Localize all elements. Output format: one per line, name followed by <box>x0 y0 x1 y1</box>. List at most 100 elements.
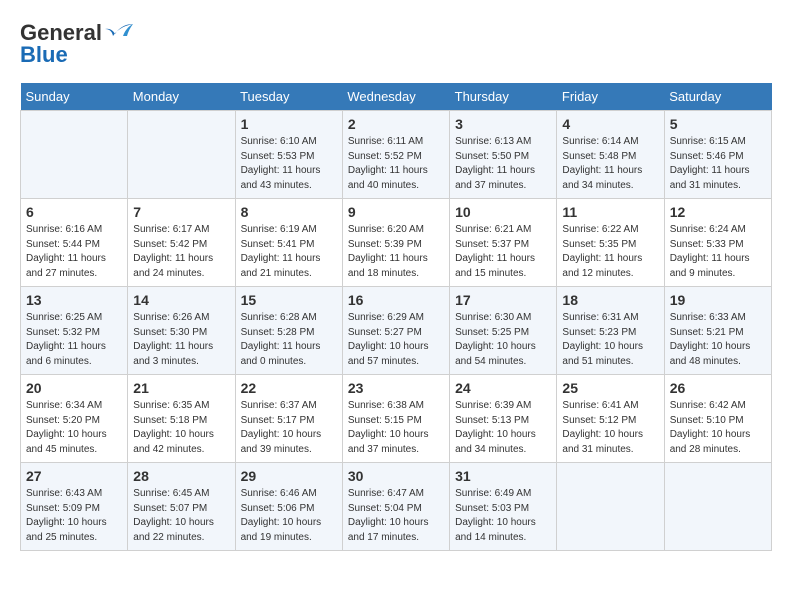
calendar-cell: 18 Sunrise: 6:31 AM Sunset: 5:23 PM Dayli… <box>557 287 664 375</box>
day-info: Sunrise: 6:14 AM Sunset: 5:48 PM Dayligh… <box>562 135 658 193</box>
calendar-cell: 1 Sunrise: 6:10 AM Sunset: 5:53 PM Daylig… <box>235 111 342 199</box>
calendar-week-row: 13 Sunrise: 6:25 AM Sunset: 5:32 PM Dayli… <box>21 287 772 375</box>
calendar-cell: 23 Sunrise: 6:38 AM Sunset: 5:15 PM Dayli… <box>342 375 449 463</box>
logo: General Blue <box>20 20 137 68</box>
day-number: 24 <box>455 380 551 396</box>
calendar-cell: 25 Sunrise: 6:41 AM Sunset: 5:12 PM Dayli… <box>557 375 664 463</box>
day-number: 26 <box>670 380 766 396</box>
day-info: Sunrise: 6:24 AM Sunset: 5:33 PM Dayligh… <box>670 223 766 281</box>
day-number: 3 <box>455 116 551 132</box>
day-info: Sunrise: 6:39 AM Sunset: 5:13 PM Dayligh… <box>455 399 551 457</box>
day-info: Sunrise: 6:22 AM Sunset: 5:35 PM Dayligh… <box>562 223 658 281</box>
day-info: Sunrise: 6:25 AM Sunset: 5:32 PM Dayligh… <box>26 311 122 369</box>
calendar-cell: 12 Sunrise: 6:24 AM Sunset: 5:33 PM Dayli… <box>664 199 771 287</box>
day-number: 16 <box>348 292 444 308</box>
calendar-cell: 19 Sunrise: 6:33 AM Sunset: 5:21 PM Dayli… <box>664 287 771 375</box>
logo-blue: Blue <box>20 42 68 68</box>
day-info: Sunrise: 6:11 AM Sunset: 5:52 PM Dayligh… <box>348 135 444 193</box>
day-number: 17 <box>455 292 551 308</box>
day-of-week-header: Wednesday <box>342 83 449 111</box>
calendar-cell: 15 Sunrise: 6:28 AM Sunset: 5:28 PM Dayli… <box>235 287 342 375</box>
day-number: 8 <box>241 204 337 220</box>
day-info: Sunrise: 6:20 AM Sunset: 5:39 PM Dayligh… <box>348 223 444 281</box>
calendar-week-row: 6 Sunrise: 6:16 AM Sunset: 5:44 PM Daylig… <box>21 199 772 287</box>
day-info: Sunrise: 6:49 AM Sunset: 5:03 PM Dayligh… <box>455 487 551 545</box>
day-number: 28 <box>133 468 229 484</box>
calendar-cell: 17 Sunrise: 6:30 AM Sunset: 5:25 PM Dayli… <box>450 287 557 375</box>
day-info: Sunrise: 6:15 AM Sunset: 5:46 PM Dayligh… <box>670 135 766 193</box>
day-number: 29 <box>241 468 337 484</box>
day-info: Sunrise: 6:10 AM Sunset: 5:53 PM Dayligh… <box>241 135 337 193</box>
day-number: 30 <box>348 468 444 484</box>
calendar-cell: 27Sunrise: 6:43 AM Sunset: 5:09 PM Dayli… <box>21 463 128 551</box>
day-number: 22 <box>241 380 337 396</box>
calendar-cell: 3 Sunrise: 6:13 AM Sunset: 5:50 PM Daylig… <box>450 111 557 199</box>
calendar-week-row: 20Sunrise: 6:34 AM Sunset: 5:20 PM Dayli… <box>21 375 772 463</box>
calendar-cell <box>557 463 664 551</box>
day-info: Sunrise: 6:41 AM Sunset: 5:12 PM Dayligh… <box>562 399 658 457</box>
day-info: Sunrise: 6:47 AM Sunset: 5:04 PM Dayligh… <box>348 487 444 545</box>
calendar-cell: 21Sunrise: 6:35 AM Sunset: 5:18 PM Dayli… <box>128 375 235 463</box>
day-info: Sunrise: 6:46 AM Sunset: 5:06 PM Dayligh… <box>241 487 337 545</box>
calendar-cell: 30 Sunrise: 6:47 AM Sunset: 5:04 PM Dayli… <box>342 463 449 551</box>
day-info: Sunrise: 6:38 AM Sunset: 5:15 PM Dayligh… <box>348 399 444 457</box>
calendar-cell: 10Sunrise: 6:21 AM Sunset: 5:37 PM Dayli… <box>450 199 557 287</box>
calendar-cell: 6 Sunrise: 6:16 AM Sunset: 5:44 PM Daylig… <box>21 199 128 287</box>
calendar-cell <box>128 111 235 199</box>
day-number: 15 <box>241 292 337 308</box>
day-info: Sunrise: 6:29 AM Sunset: 5:27 PM Dayligh… <box>348 311 444 369</box>
day-info: Sunrise: 6:19 AM Sunset: 5:41 PM Dayligh… <box>241 223 337 281</box>
calendar-week-row: 1 Sunrise: 6:10 AM Sunset: 5:53 PM Daylig… <box>21 111 772 199</box>
day-number: 23 <box>348 380 444 396</box>
day-info: Sunrise: 6:33 AM Sunset: 5:21 PM Dayligh… <box>670 311 766 369</box>
day-of-week-header: Friday <box>557 83 664 111</box>
day-number: 13 <box>26 292 122 308</box>
calendar-table: SundayMondayTuesdayWednesdayThursdayFrid… <box>20 83 772 551</box>
day-info: Sunrise: 6:43 AM Sunset: 5:09 PM Dayligh… <box>26 487 122 545</box>
day-number: 31 <box>455 468 551 484</box>
calendar-cell: 2Sunrise: 6:11 AM Sunset: 5:52 PM Daylig… <box>342 111 449 199</box>
day-of-week-header: Thursday <box>450 83 557 111</box>
calendar-cell: 26 Sunrise: 6:42 AM Sunset: 5:10 PM Dayli… <box>664 375 771 463</box>
day-number: 12 <box>670 204 766 220</box>
calendar-cell: 9 Sunrise: 6:20 AM Sunset: 5:39 PM Daylig… <box>342 199 449 287</box>
calendar-cell: 14 Sunrise: 6:26 AM Sunset: 5:30 PM Dayli… <box>128 287 235 375</box>
day-number: 1 <box>241 116 337 132</box>
day-number: 19 <box>670 292 766 308</box>
calendar-cell: 4 Sunrise: 6:14 AM Sunset: 5:48 PM Daylig… <box>557 111 664 199</box>
calendar-cell: 5Sunrise: 6:15 AM Sunset: 5:46 PM Daylig… <box>664 111 771 199</box>
day-info: Sunrise: 6:13 AM Sunset: 5:50 PM Dayligh… <box>455 135 551 193</box>
day-number: 18 <box>562 292 658 308</box>
calendar-cell: 20Sunrise: 6:34 AM Sunset: 5:20 PM Dayli… <box>21 375 128 463</box>
calendar-cell <box>664 463 771 551</box>
day-of-week-header: Saturday <box>664 83 771 111</box>
page-header: General Blue <box>20 20 772 68</box>
day-number: 9 <box>348 204 444 220</box>
calendar-week-row: 27Sunrise: 6:43 AM Sunset: 5:09 PM Dayli… <box>21 463 772 551</box>
calendar-cell: 31 Sunrise: 6:49 AM Sunset: 5:03 PM Dayli… <box>450 463 557 551</box>
day-number: 20 <box>26 380 122 396</box>
day-info: Sunrise: 6:37 AM Sunset: 5:17 PM Dayligh… <box>241 399 337 457</box>
calendar-cell: 13 Sunrise: 6:25 AM Sunset: 5:32 PM Dayli… <box>21 287 128 375</box>
day-info: Sunrise: 6:16 AM Sunset: 5:44 PM Dayligh… <box>26 223 122 281</box>
day-number: 4 <box>562 116 658 132</box>
day-info: Sunrise: 6:35 AM Sunset: 5:18 PM Dayligh… <box>133 399 229 457</box>
calendar-cell: 24 Sunrise: 6:39 AM Sunset: 5:13 PM Dayli… <box>450 375 557 463</box>
day-number: 11 <box>562 204 658 220</box>
day-of-week-header: Sunday <box>21 83 128 111</box>
day-info: Sunrise: 6:30 AM Sunset: 5:25 PM Dayligh… <box>455 311 551 369</box>
day-info: Sunrise: 6:26 AM Sunset: 5:30 PM Dayligh… <box>133 311 229 369</box>
day-info: Sunrise: 6:31 AM Sunset: 5:23 PM Dayligh… <box>562 311 658 369</box>
day-number: 25 <box>562 380 658 396</box>
day-number: 7 <box>133 204 229 220</box>
calendar-cell <box>21 111 128 199</box>
day-of-week-header: Tuesday <box>235 83 342 111</box>
day-number: 14 <box>133 292 229 308</box>
day-of-week-header: Monday <box>128 83 235 111</box>
day-info: Sunrise: 6:42 AM Sunset: 5:10 PM Dayligh… <box>670 399 766 457</box>
day-number: 10 <box>455 204 551 220</box>
day-number: 6 <box>26 204 122 220</box>
logo-bird-icon <box>105 22 137 44</box>
day-info: Sunrise: 6:17 AM Sunset: 5:42 PM Dayligh… <box>133 223 229 281</box>
day-info: Sunrise: 6:28 AM Sunset: 5:28 PM Dayligh… <box>241 311 337 369</box>
